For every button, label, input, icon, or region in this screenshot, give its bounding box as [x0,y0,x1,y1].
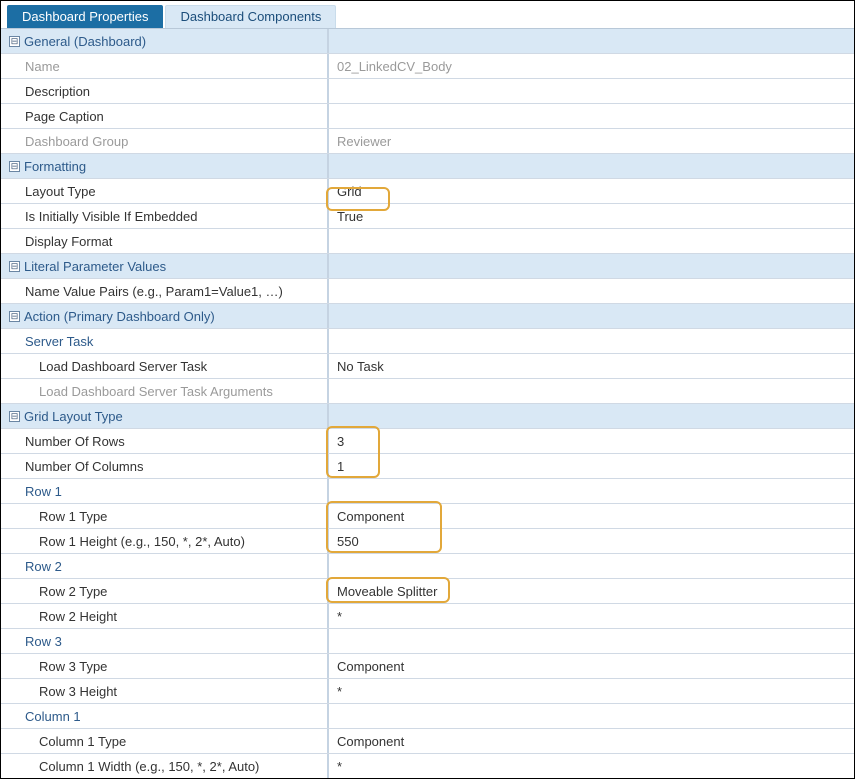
prop-label: Row 2 Height [39,609,117,624]
prop-label: Row 1 Type [39,509,107,524]
prop-row-name-value-pairs[interactable]: Name Value Pairs (e.g., Param1=Value1, …… [1,279,854,304]
prop-label: Row 3 Height [39,684,117,699]
prop-value: Moveable Splitter [337,584,437,599]
prop-row-num-rows[interactable]: Number Of Rows 3 [1,429,854,454]
prop-value: 3 [337,434,344,449]
prop-label: Name Value Pairs (e.g., Param1=Value1, …… [25,284,283,299]
prop-label: Column 1 Type [39,734,126,749]
prop-row-page-caption[interactable]: Page Caption [1,104,854,129]
prop-value: Grid [337,184,362,199]
group-header-grid-layout[interactable]: ⊟ Grid Layout Type [1,404,854,429]
collapse-icon[interactable]: ⊟ [9,161,20,172]
prop-row-name[interactable]: Name 02_LinkedCV_Body [1,54,854,79]
prop-row-col1-width[interactable]: Column 1 Width (e.g., 150, *, 2*, Auto) … [1,754,854,779]
prop-row-load-task[interactable]: Load Dashboard Server Task No Task [1,354,854,379]
tab-bar: Dashboard Properties Dashboard Component… [1,1,854,28]
prop-label: Layout Type [25,184,96,199]
group-title: Literal Parameter Values [24,259,166,274]
property-grid: ⊟ General (Dashboard) Name 02_LinkedCV_B… [1,28,854,779]
prop-row-dashboard-group[interactable]: Dashboard Group Reviewer [1,129,854,154]
prop-row-display-format[interactable]: Display Format [1,229,854,254]
prop-value: No Task [337,359,384,374]
collapse-icon[interactable]: ⊟ [9,36,20,47]
sub-header-server-task[interactable]: Server Task [1,329,854,354]
tab-dashboard-components[interactable]: Dashboard Components [165,5,336,28]
prop-value: 550 [337,534,359,549]
collapse-icon[interactable]: ⊟ [9,311,20,322]
collapse-icon[interactable]: ⊟ [9,261,20,272]
prop-row-num-cols[interactable]: Number Of Columns 1 [1,454,854,479]
group-title: Grid Layout Type [24,409,123,424]
prop-label: Row 3 Type [39,659,107,674]
prop-value: * [337,684,342,699]
sub-title: Row 1 [25,484,62,499]
sub-header-row1[interactable]: Row 1 [1,479,854,504]
prop-value: True [337,209,363,224]
prop-value: Reviewer [337,134,391,149]
prop-label: Description [25,84,90,99]
prop-row-row3-height[interactable]: Row 3 Height * [1,679,854,704]
prop-label: Load Dashboard Server Task Arguments [39,384,273,399]
prop-row-description[interactable]: Description [1,79,854,104]
prop-label: Display Format [25,234,112,249]
group-header-literal[interactable]: ⊟ Literal Parameter Values [1,254,854,279]
sub-header-col1[interactable]: Column 1 [1,704,854,729]
prop-row-row2-height[interactable]: Row 2 Height * [1,604,854,629]
prop-value: 02_LinkedCV_Body [337,59,452,74]
tab-dashboard-properties[interactable]: Dashboard Properties [7,5,163,28]
prop-row-col1-type[interactable]: Column 1 Type Component [1,729,854,754]
sub-title: Row 2 [25,559,62,574]
collapse-icon[interactable]: ⊟ [9,411,20,422]
group-title: Formatting [24,159,86,174]
group-header-action[interactable]: ⊟ Action (Primary Dashboard Only) [1,304,854,329]
prop-row-load-task-args[interactable]: Load Dashboard Server Task Arguments [1,379,854,404]
sub-title: Server Task [25,334,93,349]
prop-label: Page Caption [25,109,104,124]
prop-label: Name [25,59,60,74]
group-header-formatting[interactable]: ⊟ Formatting [1,154,854,179]
group-header-general[interactable]: ⊟ General (Dashboard) [1,29,854,54]
prop-label: Row 2 Type [39,584,107,599]
prop-value: * [337,609,342,624]
prop-label: Number Of Rows [25,434,125,449]
sub-title: Column 1 [25,709,81,724]
prop-row-row3-type[interactable]: Row 3 Type Component [1,654,854,679]
prop-label: Load Dashboard Server Task [39,359,207,374]
prop-row-layout-type[interactable]: Layout Type Grid [1,179,854,204]
prop-value: Component [337,734,404,749]
prop-value: 1 [337,459,344,474]
group-title: Action (Primary Dashboard Only) [24,309,215,324]
sub-header-row2[interactable]: Row 2 [1,554,854,579]
sub-header-row3[interactable]: Row 3 [1,629,854,654]
prop-value: Component [337,509,404,524]
group-title: General (Dashboard) [24,34,146,49]
prop-label: Row 1 Height (e.g., 150, *, 2*, Auto) [39,534,245,549]
prop-label: Number Of Columns [25,459,143,474]
prop-row-row1-height[interactable]: Row 1 Height (e.g., 150, *, 2*, Auto) 55… [1,529,854,554]
prop-value: Component [337,659,404,674]
prop-row-row1-type[interactable]: Row 1 Type Component [1,504,854,529]
prop-label: Dashboard Group [25,134,128,149]
sub-title: Row 3 [25,634,62,649]
prop-label: Column 1 Width (e.g., 150, *, 2*, Auto) [39,759,259,774]
prop-row-row2-type[interactable]: Row 2 Type Moveable Splitter [1,579,854,604]
property-panel: Dashboard Properties Dashboard Component… [0,0,855,779]
prop-value: * [337,759,342,774]
prop-row-initially-visible[interactable]: Is Initially Visible If Embedded True [1,204,854,229]
prop-label: Is Initially Visible If Embedded [25,209,197,224]
